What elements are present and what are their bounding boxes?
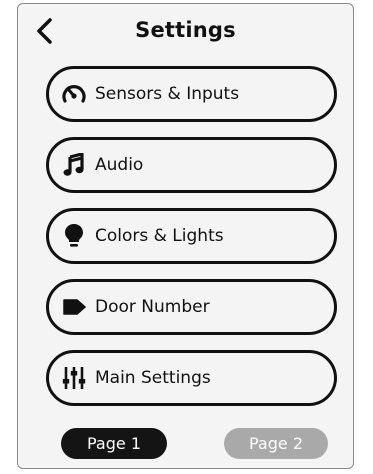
menu-item-label: Door Number: [95, 297, 210, 317]
page-1-button[interactable]: Page 1: [61, 428, 167, 459]
gauge-icon: [61, 81, 87, 107]
music-note-icon: [61, 152, 87, 178]
settings-screen: Settings Sensors & Inputs Audio Colors &…: [17, 3, 354, 469]
menu-item-label: Colors & Lights: [95, 226, 224, 246]
colors-lights-button[interactable]: Colors & Lights: [46, 208, 337, 264]
page-title: Settings: [135, 18, 236, 42]
main-settings-button[interactable]: Main Settings: [46, 350, 337, 406]
sliders-icon: [61, 365, 87, 391]
audio-button[interactable]: Audio: [46, 137, 337, 193]
menu-item-label: Main Settings: [95, 368, 211, 388]
menu-item-label: Audio: [95, 155, 144, 175]
page-2-button[interactable]: Page 2: [224, 428, 328, 459]
menu-item-label: Sensors & Inputs: [95, 84, 240, 104]
door-number-button[interactable]: Door Number: [46, 279, 337, 335]
sensors-inputs-button[interactable]: Sensors & Inputs: [46, 66, 337, 122]
lightbulb-icon: [61, 223, 87, 249]
tag-icon: [61, 294, 87, 320]
